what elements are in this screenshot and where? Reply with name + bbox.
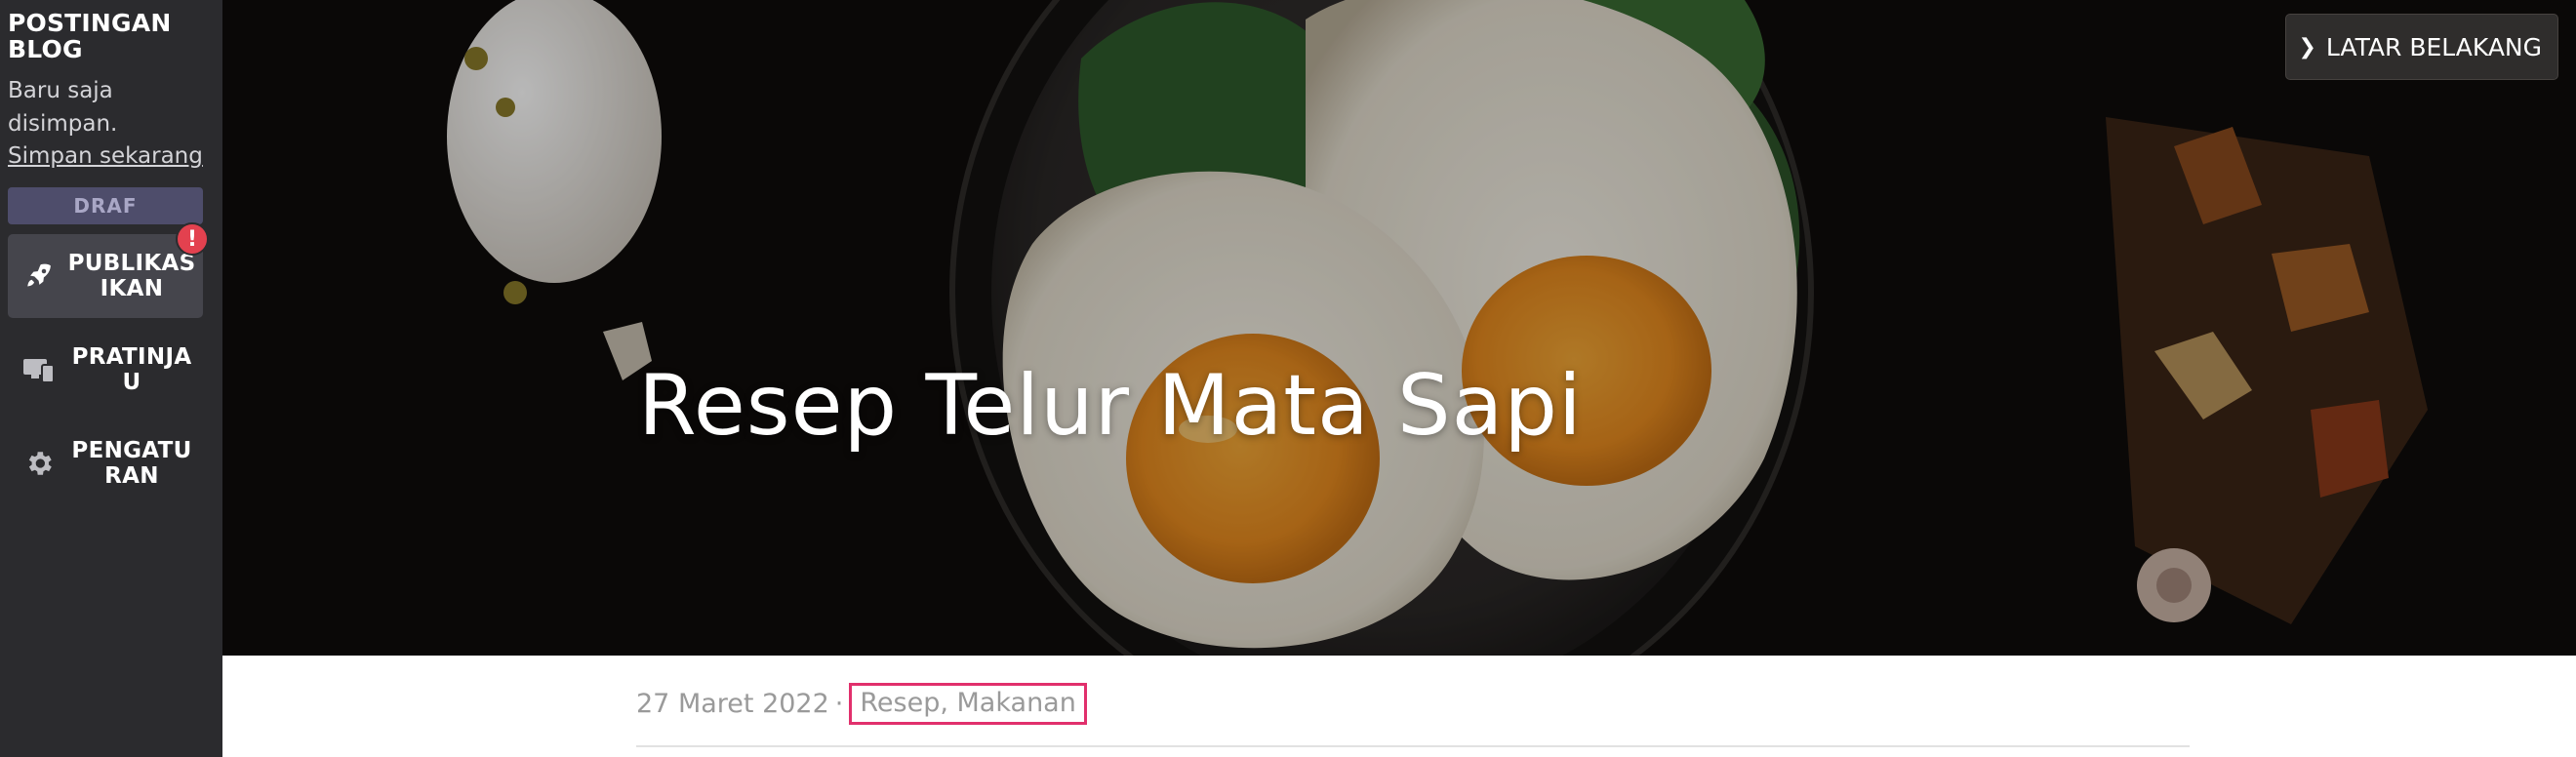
save-status: Baru saja disimpan. <box>8 78 118 137</box>
post-meta: 27 Maret 2022 · Resep, Makanan <box>636 683 1087 725</box>
save-now-link[interactable]: Simpan sekarang <box>8 140 215 172</box>
publish-alert-badge: ! <box>176 222 209 256</box>
publish-button[interactable]: PUBLIKASIKAN ! <box>8 222 209 318</box>
content-divider <box>636 745 2190 747</box>
post-title[interactable]: Resep Telur Mata Sapi <box>638 357 1583 455</box>
background-button-label: LATAR BELAKANG <box>2325 32 2542 61</box>
post-categories[interactable]: Resep, Makanan <box>849 683 1087 725</box>
draft-badge: DRAF <box>8 187 203 224</box>
chevron-right-icon: ❯ <box>2298 34 2316 60</box>
cover-image <box>222 0 2576 656</box>
editor-sidebar: POSTINGAN BLOG Baru saja disimpan. Simpa… <box>0 0 222 757</box>
preview-button[interactable]: PRATINJAU <box>8 328 203 412</box>
meta-separator: · <box>834 689 844 719</box>
hero-cover[interactable]: Resep Telur Mata Sapi ❯ LATAR BELAKANG <box>222 0 2576 656</box>
settings-label: PENGATURAN <box>71 438 192 489</box>
preview-label: PRATINJAU <box>71 344 192 395</box>
rocket-icon <box>21 259 57 294</box>
settings-button[interactable]: PENGATURAN <box>8 421 203 505</box>
post-date: 27 Maret 2022 <box>636 689 829 719</box>
gear-icon <box>21 446 57 481</box>
post-type-title: POSTINGAN BLOG <box>8 9 172 63</box>
background-button[interactable]: ❯ LATAR BELAKANG <box>2285 14 2558 80</box>
devices-icon <box>21 352 57 387</box>
publish-label: PUBLIKASIKAN <box>67 251 196 301</box>
